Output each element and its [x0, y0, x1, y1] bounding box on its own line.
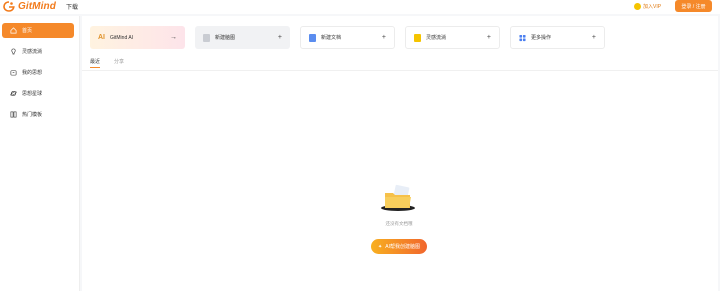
template-icon	[10, 111, 17, 118]
ai-create-label: AI帮我创建脑图	[385, 244, 420, 250]
card-label: GitMind AI	[110, 34, 134, 41]
sidebar-item-label: 我的思想	[22, 70, 43, 76]
card-label: 灵感流淌	[426, 35, 447, 41]
document-icon	[309, 33, 316, 42]
sidebar: 首页 灵感流淌 我的思想 思想星球 热门模板	[0, 16, 80, 291]
plus-icon: +	[486, 34, 491, 41]
empty-state-message: 还没有文档哦	[385, 221, 413, 226]
ai-create-mindmap-button[interactable]: ✦ AI帮我创建脑图	[371, 239, 427, 254]
sidebar-item-label: 灵感流淌	[22, 49, 43, 55]
gitmind-logo-icon	[3, 1, 15, 12]
ai-icon: AI	[98, 34, 105, 41]
folder-icon	[10, 70, 17, 76]
login-register-button[interactable]: 登录 / 注册	[675, 0, 712, 12]
file-tabs: 最近 分享	[90, 58, 124, 68]
planet-icon	[10, 91, 17, 96]
vip-crown-icon	[634, 3, 641, 10]
sidebar-item-label: 热门模板	[22, 112, 43, 118]
tabs-divider	[82, 70, 718, 71]
sidebar-item-label: 首页	[22, 28, 33, 34]
gitmind-ai-card[interactable]: AI GitMind AI →	[90, 26, 185, 49]
join-vip-link[interactable]: 加入VIP	[634, 3, 661, 10]
plus-icon: +	[277, 34, 282, 41]
plus-icon: +	[591, 34, 596, 41]
lightbulb-icon	[11, 48, 16, 55]
inspiration-card[interactable]: 灵感流淌 +	[405, 26, 500, 49]
new-document-card[interactable]: 新建文档 +	[300, 26, 395, 49]
mindmap-file-icon	[203, 33, 210, 42]
card-label: 新建文档	[321, 35, 342, 41]
sidebar-item-templates[interactable]: 热门模板	[2, 107, 74, 122]
more-actions-card[interactable]: 更多操作 +	[510, 26, 605, 49]
sidebar-item-my-thoughts[interactable]: 我的思想	[2, 65, 74, 80]
arrow-right-icon: →	[170, 34, 177, 41]
plus-icon: +	[381, 34, 386, 41]
brand-logo[interactable]: GitMind	[3, 1, 56, 12]
sidebar-item-planet[interactable]: 思想星球	[2, 86, 74, 101]
grid-apps-icon	[519, 34, 526, 41]
sparkle-icon: ✦	[378, 243, 383, 250]
vip-label: 加入VIP	[643, 4, 662, 10]
new-mindmap-card[interactable]: 新建脑图 +	[195, 26, 290, 49]
download-link[interactable]: 下载	[66, 2, 78, 11]
brand-name: GitMind	[18, 1, 56, 12]
card-label: 更多操作	[531, 35, 552, 41]
top-bar: GitMind 下载 加入VIP 登录 / 注册	[0, 0, 720, 14]
card-label: 新建脑图	[215, 35, 236, 41]
inspiration-note-icon	[414, 33, 421, 42]
sidebar-item-inspiration[interactable]: 灵感流淌	[2, 44, 74, 59]
main-content: AI GitMind AI → 新建脑图 + 新建文档 + 灵感流淌 + 更多操…	[82, 16, 718, 291]
sidebar-item-label: 思想星球	[22, 91, 43, 97]
home-icon	[10, 27, 17, 34]
tab-shared[interactable]: 分享	[114, 58, 124, 68]
sidebar-item-home[interactable]: 首页	[2, 23, 74, 38]
tab-recent[interactable]: 最近	[90, 58, 101, 68]
empty-folder-icon	[381, 184, 415, 211]
